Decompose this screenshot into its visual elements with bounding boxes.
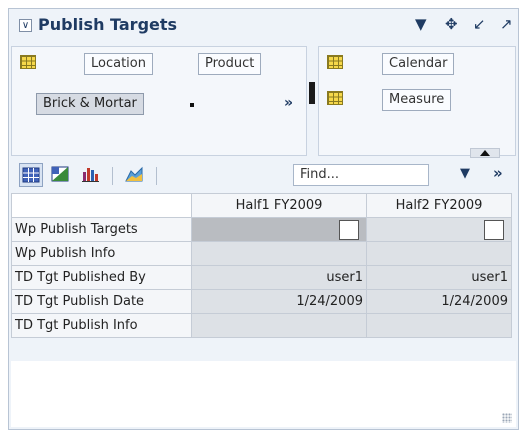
toolbar-separator xyxy=(112,167,113,185)
measure-grid-icon xyxy=(327,91,343,105)
dock-splitter[interactable] xyxy=(307,46,318,156)
row-header-td-tgt-publish-date[interactable]: TD Tgt Publish Date xyxy=(11,289,192,314)
calendar-dimension-chip[interactable]: Calendar xyxy=(382,53,455,75)
table-row: Wp Publish Targets xyxy=(11,217,512,242)
publish-target-cell-half1[interactable] xyxy=(191,217,367,242)
column-header-row: Half1 FY2009 Half2 FY2009 xyxy=(11,193,512,218)
corner-cell xyxy=(11,193,192,218)
table-row: TD Tgt Publish Info xyxy=(11,313,512,338)
more-dimensions-icon[interactable]: » xyxy=(284,95,293,111)
dock-scroll-button[interactable] xyxy=(470,148,500,158)
area-chart-icon xyxy=(125,166,143,182)
row-header-td-tgt-published-by[interactable]: TD Tgt Published By xyxy=(11,265,192,290)
splitter-grip[interactable] xyxy=(309,82,315,104)
data-cell[interactable] xyxy=(366,313,512,338)
table-graph-view-icon xyxy=(51,166,69,182)
publish-targets-panel: ∨ Publish Targets ▼ ✥ ↙ ↗ Location Produ… xyxy=(8,8,519,430)
panel-title: Publish Targets xyxy=(38,15,178,34)
toolbar-overflow-icon[interactable]: » xyxy=(493,164,503,182)
table-graph-view-button[interactable] xyxy=(49,163,73,187)
table-row: Wp Publish Info xyxy=(11,241,512,266)
bar-chart-icon xyxy=(82,168,99,182)
location-dimension-chip[interactable]: Location xyxy=(84,53,153,75)
data-cell[interactable] xyxy=(191,313,367,338)
data-cell[interactable]: 1/24/2009 xyxy=(366,289,512,314)
publish-target-cell-half2[interactable] xyxy=(366,217,512,242)
column-edge-dock: Calendar Measure xyxy=(318,46,516,156)
view-toolbar: Find... ▼ » xyxy=(11,159,516,191)
toolbar-separator xyxy=(156,167,157,185)
data-cell[interactable]: 1/24/2009 xyxy=(191,289,367,314)
column-edge-grid-icon xyxy=(327,55,343,69)
grid-empty-area xyxy=(11,361,516,427)
publish-checkbox-half2[interactable] xyxy=(484,219,504,240)
dock-icon[interactable]: ↙ xyxy=(473,15,486,33)
row-header-td-tgt-publish-info[interactable]: TD Tgt Publish Info xyxy=(11,313,192,338)
row-edge-dock: Location Product Brick & Mortar » xyxy=(11,46,307,156)
row-header-wp-publish-targets[interactable]: Wp Publish Targets xyxy=(11,217,192,242)
data-cell[interactable]: user1 xyxy=(366,265,512,290)
undock-icon[interactable]: ↗ xyxy=(500,15,513,33)
data-cell[interactable] xyxy=(366,241,512,266)
move-icon[interactable]: ✥ xyxy=(445,15,458,33)
data-cell[interactable]: user1 xyxy=(191,265,367,290)
graph-view-button[interactable] xyxy=(79,163,103,187)
column-header-half2[interactable]: Half2 FY2009 xyxy=(366,193,512,218)
measure-dimension-chip[interactable]: Measure xyxy=(382,89,452,111)
area-chart-button[interactable] xyxy=(123,163,147,187)
data-cell[interactable] xyxy=(191,241,367,266)
table-view-icon xyxy=(22,167,40,183)
page-item-chip[interactable]: Brick & Mortar xyxy=(36,93,144,115)
publish-checkbox-half1[interactable] xyxy=(339,219,359,240)
row-edge-grid-icon xyxy=(20,55,36,69)
menu-dropdown-icon[interactable]: ▼ xyxy=(415,15,427,33)
resize-grip-icon[interactable] xyxy=(502,413,512,423)
row-header-wp-publish-info[interactable]: Wp Publish Info xyxy=(11,241,192,266)
column-header-half1[interactable]: Half1 FY2009 xyxy=(191,193,367,218)
panel-header: ∨ Publish Targets ▼ ✥ ↙ ↗ xyxy=(9,9,518,43)
table-view-button[interactable] xyxy=(19,163,43,187)
scroll-up-icon xyxy=(480,150,490,156)
table-row: TD Tgt Published By user1 user1 xyxy=(11,265,512,290)
table-row: TD Tgt Publish Date 1/24/2009 1/24/2009 xyxy=(11,289,512,314)
collapse-toggle[interactable]: ∨ xyxy=(19,19,32,32)
page-item-dropdown-handle[interactable] xyxy=(190,103,194,107)
find-dropdown-icon[interactable]: ▼ xyxy=(460,166,470,181)
data-grid: Half1 FY2009 Half2 FY2009 Wp Publish Tar… xyxy=(11,193,512,338)
find-input[interactable]: Find... xyxy=(293,164,429,186)
product-dimension-chip[interactable]: Product xyxy=(198,53,262,75)
